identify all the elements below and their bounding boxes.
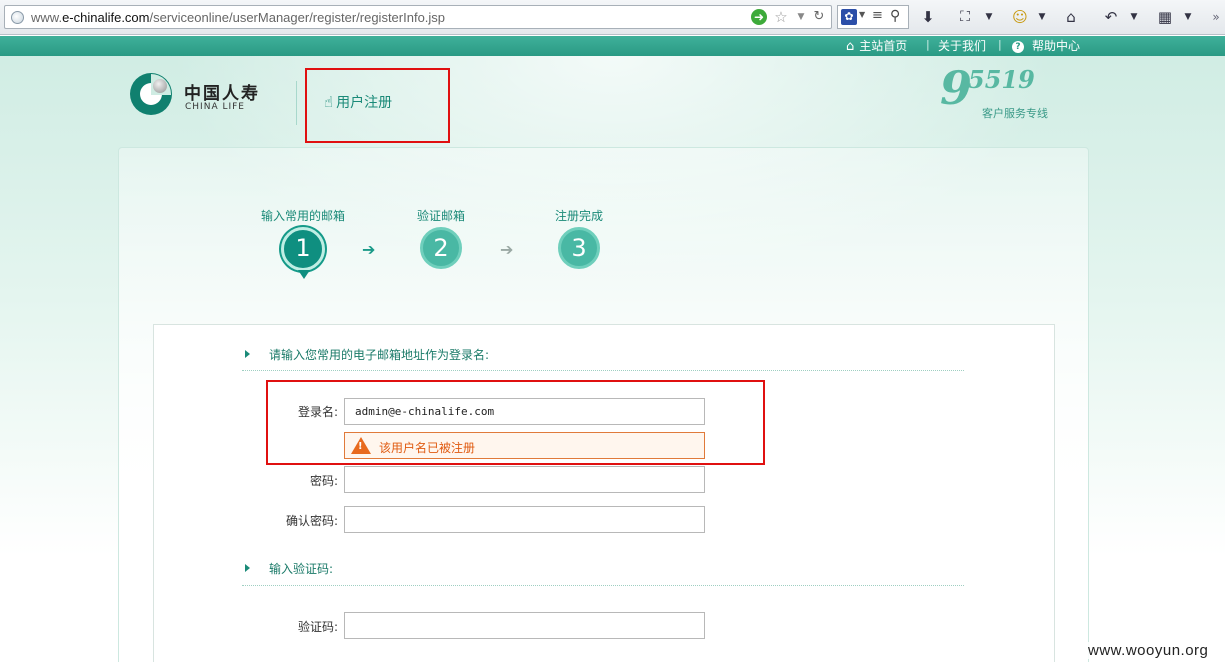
- hotline-label: 客户服务专线: [982, 107, 1048, 120]
- header-divider: [296, 81, 297, 125]
- logo-dot: [153, 79, 167, 93]
- history-icon[interactable]: ↶: [1100, 6, 1122, 28]
- step-number-circle: 3: [558, 227, 600, 269]
- top-nav-bar: ⌂ 主站首页 | 关于我们 | ? 帮助中心: [0, 36, 1225, 56]
- captcha-label: 验证码:: [297, 620, 338, 634]
- go-arrow-icon[interactable]: ➜: [751, 9, 767, 25]
- bookmark-star-icon[interactable]: ☆: [773, 9, 789, 25]
- annotation-highlight-title: [305, 68, 450, 143]
- password-label: 密码:: [309, 474, 338, 488]
- nav-separator: |: [998, 38, 1002, 51]
- overflow-icon[interactable]: »: [1208, 6, 1224, 28]
- globe-icon: [11, 11, 24, 24]
- nav-link-home[interactable]: ⌂ 主站首页: [846, 38, 907, 55]
- step-2: 验证邮箱 2: [381, 207, 501, 269]
- confirm-password-input[interactable]: [344, 506, 705, 533]
- logo-text-cn: 中国人寿: [184, 84, 260, 104]
- screenshot-icon[interactable]: ⛶: [954, 6, 976, 28]
- browser-home-icon[interactable]: ⌂: [1060, 6, 1082, 28]
- step-1: 输入常用的邮箱 1: [243, 207, 363, 279]
- password-input[interactable]: [344, 466, 705, 493]
- step-number-circle: 1: [281, 227, 325, 279]
- home-icon: ⌂: [846, 39, 855, 54]
- watermark: www.wooyun.org: [1084, 642, 1213, 659]
- browser-toolbar: www.e-chinalife.com/serviceonline/userMa…: [0, 0, 1225, 35]
- logo-mark-icon: [130, 73, 172, 115]
- section-heading-text: 输入验证码:: [269, 562, 334, 576]
- step-arrow-icon: ➔: [362, 240, 376, 259]
- nav-help-label: 帮助中心: [1032, 39, 1081, 53]
- apps-icon[interactable]: ▦: [1154, 6, 1176, 28]
- section-heading-email: 请输入您常用的电子邮箱地址作为登录名:: [245, 346, 489, 363]
- url-text[interactable]: www.e-chinalife.com/serviceonline/userMa…: [31, 10, 445, 25]
- nav-home-label: 主站首页: [859, 39, 908, 53]
- nav-separator: |: [926, 38, 930, 51]
- triangle-bullet-icon: [245, 564, 250, 572]
- triangle-bullet-icon: [245, 350, 250, 358]
- emoji-dropdown-icon[interactable]: ▼: [1036, 6, 1048, 28]
- step-number-circle: 2: [420, 227, 462, 269]
- paw-icon[interactable]: ✿: [841, 9, 857, 25]
- download-icon[interactable]: ⬇: [918, 6, 938, 28]
- help-icon: ?: [1012, 41, 1024, 53]
- nav-link-help[interactable]: ? 帮助中心: [1012, 38, 1080, 54]
- search-box[interactable]: ✿ ▼ ≡ ⚲: [837, 5, 909, 29]
- step-arrow-icon: ➔: [500, 240, 514, 259]
- screenshot-dropdown-icon[interactable]: ▼: [983, 6, 995, 28]
- emoji-icon[interactable]: ☺: [1010, 6, 1030, 28]
- captcha-input[interactable]: [344, 612, 705, 639]
- step-3: 注册完成 3: [519, 207, 639, 269]
- step-label: 输入常用的邮箱: [260, 209, 345, 223]
- search-engine-dropdown-icon[interactable]: ▼: [859, 10, 865, 19]
- nav-link-about[interactable]: 关于我们: [938, 38, 986, 54]
- logo-text-en: CHINA LIFE: [185, 102, 245, 112]
- dotted-divider: [242, 370, 964, 371]
- url-history-dropdown-icon[interactable]: ▼: [795, 9, 807, 25]
- search-text-glyph-icon: ≡: [872, 8, 883, 23]
- reload-icon[interactable]: ↻: [811, 9, 827, 25]
- section-heading-captcha: 输入验证码:: [245, 560, 333, 577]
- dotted-divider: [242, 585, 964, 586]
- confirm-password-label: 确认密码:: [285, 514, 338, 528]
- step-label: 注册完成: [554, 209, 603, 223]
- hotline-badge: 95519 客户服务专线: [940, 61, 1060, 129]
- annotation-highlight-username: [266, 380, 765, 465]
- search-icon[interactable]: ⚲: [890, 8, 900, 24]
- history-dropdown-icon[interactable]: ▼: [1128, 6, 1140, 28]
- apps-dropdown-icon[interactable]: ▼: [1182, 6, 1194, 28]
- address-bar[interactable]: www.e-chinalife.com/serviceonline/userMa…: [4, 5, 832, 29]
- section-heading-text: 请输入您常用的电子邮箱地址作为登录名:: [269, 348, 490, 362]
- step-label: 验证邮箱: [416, 209, 465, 223]
- hotline-digit-small: 5519: [968, 65, 1035, 94]
